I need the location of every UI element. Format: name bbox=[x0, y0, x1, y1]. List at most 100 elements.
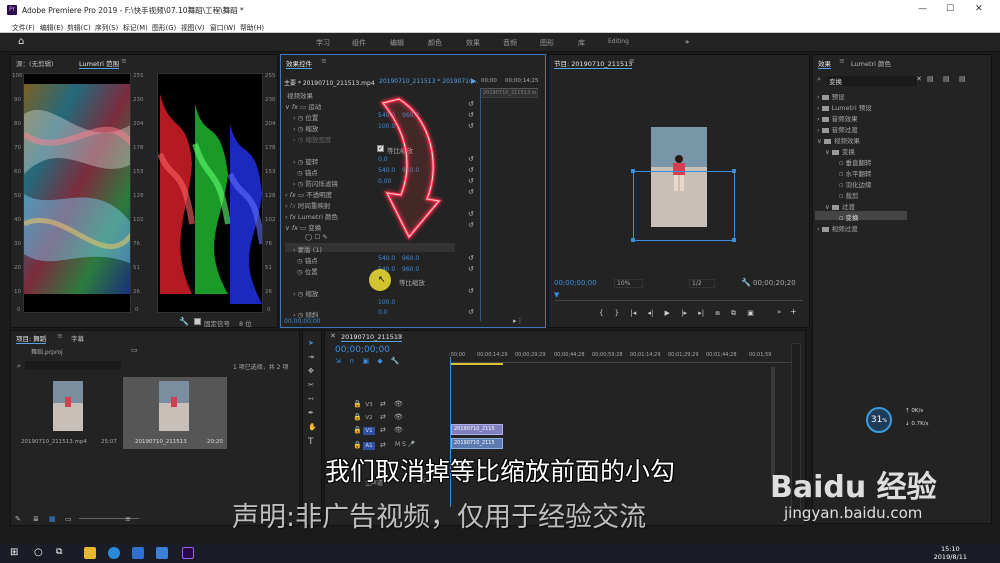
reset-icon[interactable]: ↺ bbox=[468, 188, 474, 196]
tree-crop[interactable]: ▫ 裁剪 bbox=[839, 190, 858, 200]
tree-transform-folder[interactable]: ∨ 变换 bbox=[825, 146, 855, 156]
sync-lock-icon[interactable]: ⇄ bbox=[380, 441, 386, 449]
selection-tool-icon[interactable]: ➤ bbox=[308, 339, 314, 347]
track-label-v3[interactable]: V3 bbox=[363, 401, 375, 409]
workspace-audio[interactable]: 音频 bbox=[503, 38, 517, 48]
tree-transform-effect[interactable]: ▫ 变换 bbox=[839, 212, 858, 222]
reset-icon[interactable]: ↺ bbox=[468, 155, 474, 163]
mask-tools[interactable]: ◯ ☐ ✎ bbox=[305, 233, 328, 241]
menu-clip[interactable]: 剪辑(C) bbox=[67, 22, 91, 32]
start-windows-icon[interactable]: ⊞ bbox=[10, 547, 18, 558]
tab-captions[interactable]: 字幕 bbox=[71, 333, 84, 343]
program-scrub-bar[interactable] bbox=[555, 293, 803, 301]
razor-tool-icon[interactable]: ✂ bbox=[308, 381, 314, 389]
reset-icon[interactable]: ↺ bbox=[468, 221, 474, 229]
hand-tool-icon[interactable]: ✋ bbox=[308, 423, 317, 431]
tab-effects[interactable]: 效果 bbox=[818, 58, 831, 69]
menu-file[interactable]: 文件(F) bbox=[12, 22, 35, 32]
position2-y-value[interactable]: 960.0 bbox=[402, 266, 419, 273]
reset-icon[interactable]: ↺ bbox=[468, 100, 474, 108]
lock-icon[interactable]: 🔒 bbox=[353, 441, 362, 449]
project-item-selected[interactable]: 20190710_211513 20;20 bbox=[123, 377, 227, 449]
lock-icon[interactable]: 🔒 bbox=[353, 413, 362, 421]
premiere-taskbar-icon[interactable] bbox=[182, 547, 194, 559]
reset-icon[interactable]: ↺ bbox=[468, 287, 474, 295]
transform-bounding-box[interactable] bbox=[633, 171, 735, 241]
lock-icon[interactable]: 🔒 bbox=[353, 426, 362, 434]
tree-vertical-flip[interactable]: ▫ 垂直翻转 bbox=[839, 157, 871, 167]
32bit-effects-icon[interactable]: ▤ bbox=[943, 75, 950, 83]
audio-clip[interactable]: 20190710_2115 bbox=[451, 438, 503, 449]
mute-solo-buttons[interactable]: M S 🎤 bbox=[395, 441, 415, 448]
file-explorer-icon[interactable] bbox=[84, 547, 96, 559]
anchor2-y-value[interactable]: 960.0 bbox=[402, 255, 419, 262]
time-remap-row[interactable]: › fx 时间重映射 bbox=[285, 200, 330, 210]
sync-lock-icon[interactable]: ⇄ bbox=[380, 400, 386, 408]
workspace-libraries[interactable]: 库 bbox=[578, 38, 585, 48]
new-bin-icon[interactable]: ▭ bbox=[131, 346, 138, 354]
track-select-tool-icon[interactable]: ⇥ bbox=[308, 353, 314, 361]
track-label-v1[interactable]: V1 bbox=[363, 427, 375, 435]
zoom-select[interactable]: 10% bbox=[614, 279, 644, 288]
tree-feather-edges[interactable]: ▫ 羽化边缘 bbox=[839, 179, 871, 189]
program-timecode[interactable]: 00;00;00;00 bbox=[554, 279, 597, 287]
menu-help[interactable]: 帮助(H) bbox=[240, 22, 264, 32]
eye-icon[interactable]: 👁 bbox=[394, 413, 403, 421]
writable-icon[interactable]: ✎ bbox=[15, 515, 21, 523]
icon-view-icon[interactable]: ▦ bbox=[49, 515, 56, 523]
anti-flicker-row[interactable]: › ◷ 防闪烁滤镜 bbox=[293, 178, 338, 188]
button-editor-icon[interactable]: » bbox=[777, 308, 781, 316]
timeline-toolbar[interactable]: ⇲ ∩ ▣ ◆ 🔧 bbox=[335, 357, 400, 365]
tree-audio-transitions[interactable]: › 音频过渡 bbox=[817, 124, 858, 134]
workspace-color[interactable]: 颜色 bbox=[428, 38, 442, 48]
settings-wrench-icon[interactable]: 🔧 bbox=[741, 278, 751, 287]
tab-sequence[interactable]: 20190710_211513 bbox=[341, 333, 403, 342]
reset-icon[interactable]: ↺ bbox=[468, 254, 474, 262]
position-row[interactable]: › ◷ 位置 bbox=[293, 112, 318, 122]
tree-presets[interactable]: › 预设 bbox=[817, 91, 845, 101]
timeline-timecode[interactable]: 00;00;00;00 bbox=[335, 345, 390, 355]
track-label-v2[interactable]: V2 bbox=[363, 414, 375, 422]
menu-graphics[interactable]: 图形(G) bbox=[152, 22, 176, 32]
work-area-bar[interactable] bbox=[451, 363, 503, 365]
track-label-a1[interactable]: A1 bbox=[363, 442, 375, 450]
add-button-icon[interactable]: + bbox=[790, 307, 797, 316]
project-item[interactable]: 20190710_211513.mp4 25;07 bbox=[19, 377, 119, 449]
lumetri-row[interactable]: › fx Lumetri 颜色 bbox=[285, 211, 338, 221]
workspace-graphics[interactable]: 图形 bbox=[540, 38, 554, 48]
menu-window[interactable]: 窗口(W) bbox=[210, 22, 236, 32]
sequence-clip-label[interactable]: 20190710_211513 * 20190710... bbox=[379, 78, 479, 85]
workspace-editing-cn[interactable]: 编辑 bbox=[390, 38, 404, 48]
type-tool-icon[interactable]: T bbox=[308, 437, 314, 447]
list-view-icon[interactable]: ≣ bbox=[33, 515, 39, 523]
clear-search-icon[interactable]: ✕ bbox=[916, 75, 922, 83]
effects-search-input[interactable]: 变换 bbox=[827, 76, 917, 86]
home-icon[interactable]: ⌂ bbox=[18, 36, 24, 47]
reset-icon[interactable]: ↺ bbox=[468, 210, 474, 218]
reset-icon[interactable]: ↺ bbox=[468, 166, 474, 174]
tree-horizontal-flip[interactable]: ▫ 水平翻转 bbox=[839, 168, 871, 178]
yuv-effects-icon[interactable]: ▤ bbox=[959, 75, 966, 83]
slip-tool-icon[interactable]: ⇿ bbox=[308, 395, 314, 403]
workspace-effects[interactable]: 效果 bbox=[466, 38, 480, 48]
scale-row[interactable]: › ◷ 缩放 bbox=[293, 123, 318, 133]
tab-effect-controls[interactable]: 效果控件 bbox=[286, 58, 312, 69]
lock-icon[interactable]: 🔒 bbox=[353, 400, 362, 408]
transform-handle[interactable] bbox=[631, 169, 635, 173]
reset-icon[interactable]: ↺ bbox=[468, 177, 474, 185]
panel-menu-icon[interactable]: ≡ bbox=[839, 57, 845, 65]
transform-handle[interactable] bbox=[732, 238, 736, 242]
close-button[interactable]: ✕ bbox=[975, 4, 983, 14]
clamp-signal-checkbox[interactable] bbox=[194, 318, 201, 325]
system-clock[interactable]: 15:10 2019/8/11 bbox=[934, 545, 967, 561]
tab-source[interactable]: 源：(无剪辑) bbox=[16, 58, 54, 68]
pen-tool-icon[interactable]: ✒ bbox=[308, 409, 314, 417]
workspace-editing[interactable]: Editing bbox=[608, 38, 629, 45]
ec-timecode[interactable]: 00;00;00;00 bbox=[284, 318, 321, 325]
ec-keyframe-area[interactable] bbox=[478, 89, 540, 321]
sync-lock-icon[interactable]: ⇄ bbox=[380, 413, 386, 421]
tab-lumetri-scopes[interactable]: Lumetri 范围 bbox=[79, 58, 120, 69]
panel-menu-icon[interactable]: ≡ bbox=[321, 57, 327, 65]
transform-handle[interactable] bbox=[732, 169, 736, 173]
menu-view[interactable]: 视图(V) bbox=[181, 22, 205, 32]
